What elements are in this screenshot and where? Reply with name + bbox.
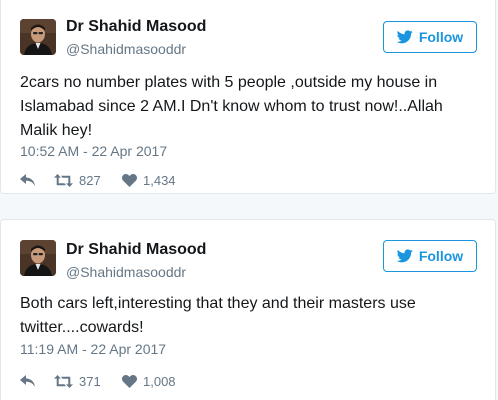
like-count: 1,434 xyxy=(143,172,176,188)
tweet-actions: 371 1,008 xyxy=(20,372,192,390)
avatar-image xyxy=(20,19,56,55)
twitter-bird-icon xyxy=(396,30,413,44)
author-handle[interactable]: @Shahidmasooddr xyxy=(66,264,186,280)
tweet-timestamp[interactable]: 10:52 AM - 22 Apr 2017 xyxy=(20,143,167,159)
twitter-bird-icon xyxy=(396,249,413,263)
follow-button[interactable]: Follow xyxy=(383,240,477,272)
like-count: 1,008 xyxy=(143,373,176,389)
retweet-icon xyxy=(54,374,73,388)
retweet-count: 827 xyxy=(79,172,101,188)
retweet-button[interactable]: 371 xyxy=(54,374,122,389)
follow-button[interactable]: Follow xyxy=(383,21,477,53)
tweet-text: 2cars no number plates with 5 people ,ou… xyxy=(20,74,443,139)
like-button[interactable]: 1,008 xyxy=(122,374,192,389)
tweet-text: Both cars left,interesting that they and… xyxy=(20,295,416,336)
retweet-icon xyxy=(54,173,73,187)
like-button[interactable]: 1,434 xyxy=(122,173,192,188)
reply-icon xyxy=(20,374,35,387)
author-handle[interactable]: @Shahidmasooddr xyxy=(66,41,186,57)
heart-icon xyxy=(122,173,137,187)
heart-icon xyxy=(122,374,137,388)
avatar-image xyxy=(20,240,56,276)
tweet-card: Dr Shahid Masood @Shahidmasooddr Follow … xyxy=(0,0,496,194)
author-display-name[interactable]: Dr Shahid Masood xyxy=(66,18,206,36)
reply-button[interactable] xyxy=(20,173,54,187)
follow-label: Follow xyxy=(418,248,464,264)
author-display-name[interactable]: Dr Shahid Masood xyxy=(66,241,206,259)
follow-label: Follow xyxy=(418,29,464,45)
reply-icon xyxy=(20,173,35,186)
retweet-count: 371 xyxy=(79,373,101,389)
reply-button[interactable] xyxy=(20,374,54,388)
avatar[interactable] xyxy=(20,19,56,55)
tweet-card: Dr Shahid Masood @Shahidmasooddr Follow … xyxy=(0,219,496,400)
avatar[interactable] xyxy=(20,240,56,276)
tweet-feed: Dr Shahid Masood @Shahidmasooddr Follow … xyxy=(0,0,498,400)
retweet-button[interactable]: 827 xyxy=(54,173,122,188)
tweet-timestamp[interactable]: 11:19 AM - 22 Apr 2017 xyxy=(20,341,166,357)
tweet-actions: 827 1,434 xyxy=(20,171,192,189)
